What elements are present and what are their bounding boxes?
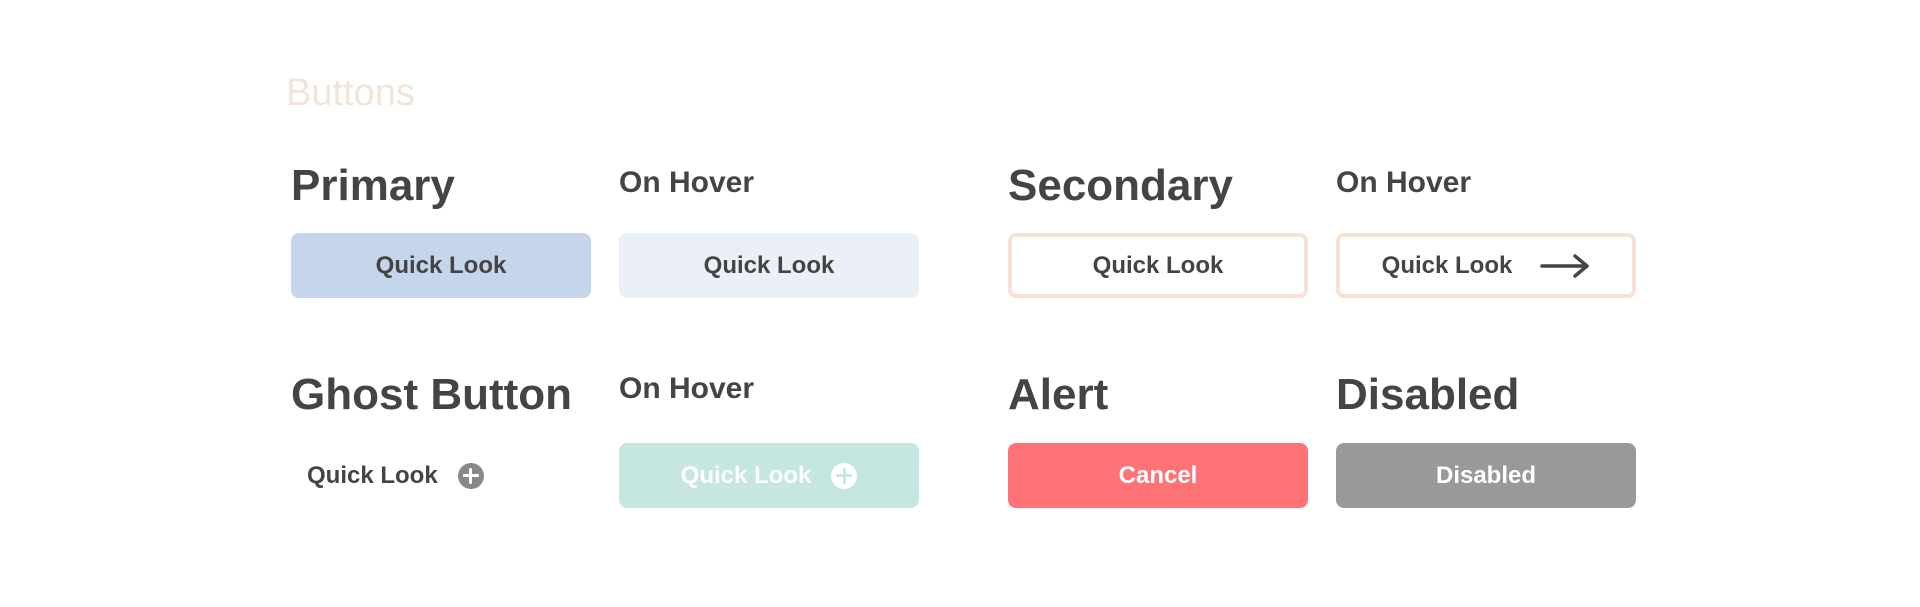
primary-button-label: Quick Look xyxy=(375,251,507,279)
primary-hover-button-label: Quick Look xyxy=(703,251,835,279)
arrow-right-icon xyxy=(1540,253,1590,278)
secondary-heading: Secondary xyxy=(1008,161,1233,210)
primary-hover-button[interactable]: Quick Look xyxy=(619,233,919,298)
primary-heading: Primary xyxy=(291,161,455,210)
section-title: Buttons xyxy=(286,72,415,114)
ghost-button[interactable]: Quick Look xyxy=(291,443,591,508)
alert-heading: Alert xyxy=(1008,370,1109,419)
cancel-button-label: Cancel xyxy=(1118,461,1198,489)
ghost-heading: Ghost Button xyxy=(291,370,573,419)
plus-circle-icon xyxy=(831,462,858,489)
cancel-button[interactable]: Cancel xyxy=(1008,443,1308,508)
disabled-button: Disabled xyxy=(1336,443,1636,508)
primary-button[interactable]: Quick Look xyxy=(291,233,591,298)
ghost-hover-heading: On Hover xyxy=(619,372,755,405)
buttons-style-guide: Buttons Primary On Hover Secondary On Ho… xyxy=(0,0,1920,607)
secondary-button-label: Quick Look xyxy=(1092,251,1224,279)
secondary-hover-button-label: Quick Look xyxy=(1381,251,1513,279)
plus-circle-icon xyxy=(457,462,484,489)
secondary-hover-heading: On Hover xyxy=(1336,166,1472,199)
ghost-button-label: Quick Look xyxy=(307,461,438,489)
primary-hover-heading: On Hover xyxy=(619,166,755,199)
disabled-heading: Disabled xyxy=(1336,370,1520,419)
secondary-hover-button[interactable]: Quick Look xyxy=(1336,233,1636,298)
ghost-hover-button[interactable]: Quick Look xyxy=(619,443,919,508)
disabled-button-label: Disabled xyxy=(1435,461,1537,489)
ghost-hover-button-label: Quick Look xyxy=(680,461,812,489)
secondary-button[interactable]: Quick Look xyxy=(1008,233,1308,298)
